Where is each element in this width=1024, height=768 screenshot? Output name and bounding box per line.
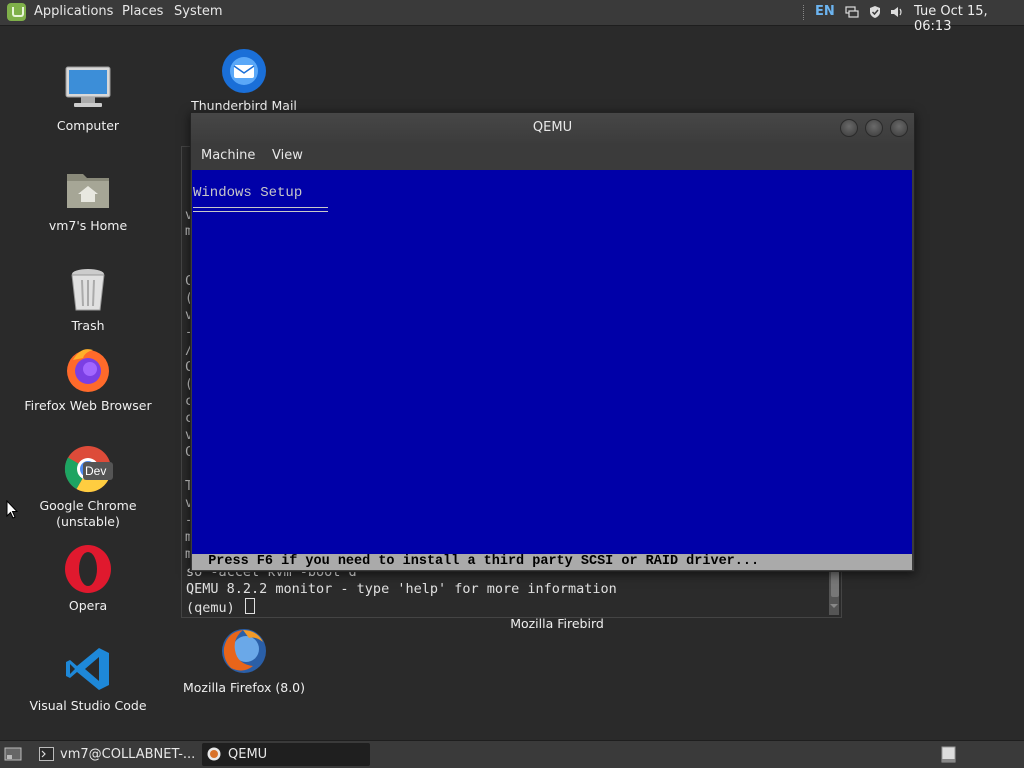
firefox-icon (63, 344, 113, 394)
taskbar-item-label: QEMU (228, 747, 268, 762)
desktop-icon-label: Opera (68, 598, 108, 613)
maximize-button[interactable] (865, 119, 883, 137)
qemu-menubar: Machine View (191, 143, 914, 169)
desktop-icon-firebird[interactable]: Mozilla Firebird (482, 616, 632, 632)
menu-machine[interactable]: Machine (201, 148, 255, 163)
panel-separator (803, 5, 806, 20)
taskbar-item-label: vm7@COLLABNET-... (60, 747, 196, 762)
desktop-icon-label: Visual Studio Code (29, 698, 147, 713)
volume-icon[interactable] (890, 5, 904, 19)
firefox-old-icon (219, 626, 269, 676)
desktop-icon-label: Firefox Web Browser (24, 398, 152, 413)
desktop-icon-label: Computer (56, 118, 120, 133)
dev-badge: Dev (85, 464, 107, 478)
desktop-icon-vscode[interactable]: Visual Studio Code (13, 644, 163, 714)
taskbar-item-qemu[interactable]: QEMU (202, 743, 370, 766)
desktop-icon-computer[interactable]: Computer (13, 64, 163, 134)
desktop-icon-home[interactable]: vm7's Home (13, 164, 163, 234)
qemu-window[interactable]: QEMU Machine View Windows Setup Press F6… (190, 112, 915, 572)
clock[interactable]: Tue Oct 15, 06:13 (914, 4, 1024, 34)
desktop-icon-label-line2: (unstable) (56, 514, 120, 529)
vm-display[interactable]: Windows Setup Press F6 if you need to in… (192, 170, 912, 570)
desktop-icon-opera[interactable]: Opera (13, 544, 163, 614)
setup-title: Windows Setup (193, 185, 303, 201)
qemu-icon (207, 747, 221, 761)
top-panel: Applications Places System EN Tue Oct 15… (0, 0, 1024, 34)
workspace-switcher-icon[interactable] (941, 746, 956, 763)
desktop-icon-firefox-8[interactable]: Mozilla Firefox (8.0) (169, 626, 319, 696)
home-folder-icon (63, 164, 113, 214)
terminal-cursor (244, 598, 255, 614)
terminal-prompt-line[interactable]: (qemu) (186, 598, 255, 616)
system-menu[interactable]: System (174, 4, 222, 19)
network-icon[interactable] (845, 5, 859, 19)
shield-icon[interactable] (868, 5, 882, 19)
desktop-icon-label: Mozilla Firefox (8.0) (182, 680, 306, 695)
opera-icon (63, 544, 113, 594)
mouse-pointer-icon (6, 500, 18, 519)
minimize-button[interactable] (840, 119, 858, 137)
desktop: Applications Places System EN Tue Oct 15… (0, 0, 1024, 768)
terminal-scrollbar-thumb[interactable] (831, 571, 839, 597)
setup-status-bar: Press F6 if you need to install a third … (192, 554, 912, 570)
desktop-icon-label: vm7's Home (48, 218, 128, 233)
show-desktop-icon[interactable] (4, 746, 22, 762)
desktop-icon-trash[interactable]: Trash (13, 264, 163, 334)
places-menu[interactable]: Places (122, 4, 163, 19)
scroll-down-arrow-icon[interactable] (829, 602, 839, 610)
chrome-dev-icon: Dev (63, 444, 113, 494)
mint-menu-icon[interactable] (7, 3, 26, 21)
window-title: QEMU (532, 120, 573, 135)
close-button[interactable] (890, 119, 908, 137)
taskbar-item-terminal[interactable]: vm7@COLLABNET-... (34, 743, 198, 766)
terminal-icon (39, 747, 54, 761)
desktop-icon-thunderbird[interactable]: Thunderbird Mail (169, 44, 319, 114)
qemu-titlebar[interactable]: QEMU (191, 113, 914, 143)
desktop-icon-label: Mozilla Firebird (510, 616, 604, 631)
applications-menu[interactable]: Applications (34, 4, 113, 19)
desktop-icon-label: Google Chrome (39, 498, 137, 513)
trash-icon (63, 264, 113, 314)
desktop-icon-chrome-unstable[interactable]: Dev Google Chrome (unstable) (13, 444, 163, 530)
bottom-panel: vm7@COLLABNET-... QEMU (0, 740, 1024, 768)
thunderbird-icon (219, 44, 269, 94)
computer-icon (63, 64, 113, 114)
menu-view[interactable]: View (272, 148, 303, 163)
terminal-line: QEMU 8.2.2 monitor - type 'help' for mor… (186, 581, 617, 597)
terminal-prompt: (qemu) (186, 600, 243, 616)
desktop-icon-firefox[interactable]: Firefox Web Browser (13, 344, 163, 414)
keyboard-layout-indicator[interactable]: EN (815, 4, 835, 19)
setup-title-underline (193, 207, 328, 212)
desktop-icon-label: Trash (71, 318, 105, 333)
vscode-icon (63, 644, 113, 694)
